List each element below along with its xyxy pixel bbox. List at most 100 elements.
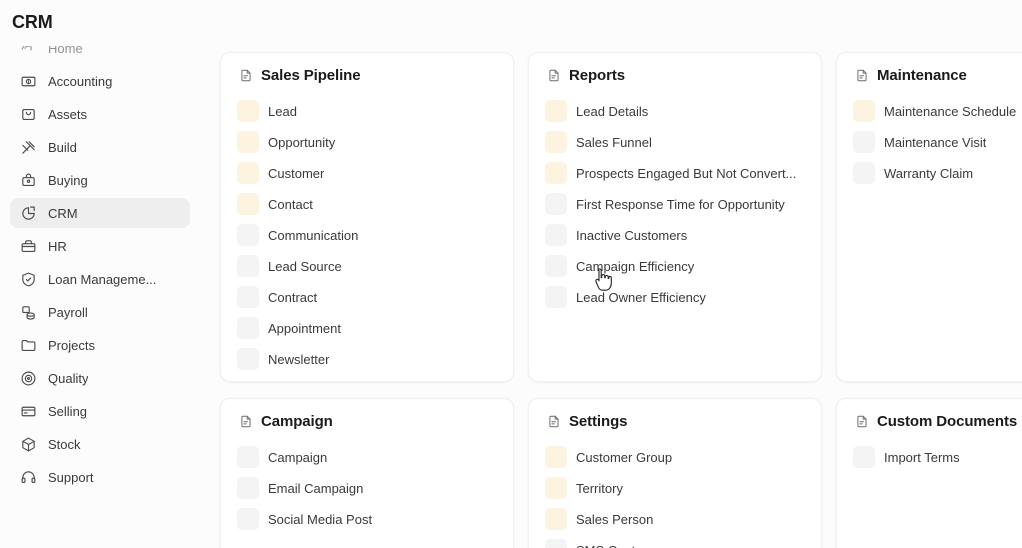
favorite-bullet-icon[interactable] xyxy=(545,508,567,530)
list-item-label: Lead Owner Efficiency xyxy=(576,289,706,305)
bullet-icon[interactable] xyxy=(853,162,875,184)
list-item[interactable]: Appointment xyxy=(235,315,499,341)
sidebar-item-label: Accounting xyxy=(48,73,113,89)
card-title: Campaign xyxy=(261,413,333,430)
list-item[interactable]: Sales Person xyxy=(543,506,807,532)
card-title: Custom Documents xyxy=(877,413,1018,430)
list-item[interactable]: Newsletter xyxy=(235,346,499,372)
card-settings: Settings Customer Group Territory Sales Per… xyxy=(528,398,822,548)
card-header: Campaign xyxy=(235,413,499,430)
sidebar: Home Accounting Assets Build Buying CRM HR Loan… xyxy=(0,46,200,548)
list-item-label: Contract xyxy=(268,289,318,305)
favorite-bullet-icon[interactable] xyxy=(545,477,567,499)
sidebar-item-quality[interactable]: Quality xyxy=(10,363,190,393)
bullet-icon[interactable] xyxy=(853,446,875,468)
sidebar-item-projects[interactable]: Projects xyxy=(10,330,190,360)
bullet-icon[interactable] xyxy=(545,193,567,215)
favorite-bullet-icon[interactable] xyxy=(545,100,567,122)
list-item[interactable]: Sales Funnel xyxy=(543,129,807,155)
card-title: Sales Pipeline xyxy=(261,67,361,84)
card-title: Reports xyxy=(569,67,625,84)
sidebar-item-payroll[interactable]: Payroll xyxy=(10,297,190,327)
document-icon xyxy=(239,68,253,83)
list-item[interactable]: Communication xyxy=(235,222,499,248)
sidebar-item-stock[interactable]: Stock xyxy=(10,429,190,459)
list-item[interactable]: Customer Group xyxy=(543,444,807,470)
list-item[interactable]: Warranty Claim xyxy=(851,160,1022,186)
favorite-bullet-icon[interactable] xyxy=(545,446,567,468)
list-item[interactable]: Lead Details xyxy=(543,98,807,124)
list-item[interactable]: Lead xyxy=(235,98,499,124)
list-item[interactable]: Territory xyxy=(543,475,807,501)
list-item[interactable]: Customer xyxy=(235,160,499,186)
list-item[interactable]: Campaign Efficiency xyxy=(543,253,807,279)
list-item[interactable]: SMS Center xyxy=(543,537,807,548)
bullet-icon[interactable] xyxy=(237,286,259,308)
favorite-bullet-icon[interactable] xyxy=(237,162,259,184)
bullet-icon[interactable] xyxy=(237,508,259,530)
list-item[interactable]: Campaign xyxy=(235,444,499,470)
list-item[interactable]: Maintenance Visit xyxy=(851,129,1022,155)
card-header: Custom Documents xyxy=(851,413,1022,430)
list-item[interactable]: First Response Time for Opportunity xyxy=(543,191,807,217)
list-item-label: Customer xyxy=(268,165,325,181)
loan-icon xyxy=(20,271,37,288)
selling-icon xyxy=(20,403,37,420)
card-title: Settings xyxy=(569,413,628,430)
sidebar-item-crm[interactable]: CRM xyxy=(10,198,190,228)
sidebar-item-label: Stock xyxy=(48,436,81,452)
card-item-list: Lead Details Sales Funnel Prospects Engage… xyxy=(543,98,807,310)
sidebar-item-hr[interactable]: HR xyxy=(10,231,190,261)
bullet-icon[interactable] xyxy=(237,317,259,339)
favorite-bullet-icon[interactable] xyxy=(545,131,567,153)
sidebar-item-loan-manageme[interactable]: Loan Manageme... xyxy=(10,264,190,294)
bullet-icon[interactable] xyxy=(237,224,259,246)
list-item[interactable]: Contact xyxy=(235,191,499,217)
sidebar-item-clipped[interactable] xyxy=(10,495,190,525)
list-item[interactable]: Lead Source xyxy=(235,253,499,279)
list-item[interactable]: Social Media Post xyxy=(235,506,499,532)
bullet-icon[interactable] xyxy=(545,255,567,277)
list-item-label: Lead Source xyxy=(268,258,342,274)
bullet-icon[interactable] xyxy=(545,286,567,308)
sidebar-item-support[interactable]: Support xyxy=(10,462,190,492)
list-item[interactable]: Import Terms xyxy=(851,444,1022,470)
card-sales-pipeline: Sales Pipeline Lead Opportunity Customer Con… xyxy=(220,52,514,382)
sidebar-item-build[interactable]: Build xyxy=(10,132,190,162)
sidebar-item-label: Support xyxy=(48,469,94,485)
list-item[interactable]: Lead Owner Efficiency xyxy=(543,284,807,310)
stock-icon xyxy=(20,436,37,453)
sidebar-item-label: Home xyxy=(48,46,83,56)
sidebar-item-assets[interactable]: Assets xyxy=(10,99,190,129)
favorite-bullet-icon[interactable] xyxy=(545,162,567,184)
list-item[interactable]: Prospects Engaged But Not Convert... xyxy=(543,160,807,186)
list-item[interactable]: Maintenance Schedule xyxy=(851,98,1022,124)
module-card-grid: Sales Pipeline Lead Opportunity Customer Con… xyxy=(220,52,1022,548)
list-item[interactable]: Inactive Customers xyxy=(543,222,807,248)
card-header: Reports xyxy=(543,67,807,84)
bullet-icon[interactable] xyxy=(237,255,259,277)
list-item[interactable]: Contract xyxy=(235,284,499,310)
sidebar-item-selling[interactable]: Selling xyxy=(10,396,190,426)
bullet-icon[interactable] xyxy=(237,348,259,370)
list-item-label: Campaign xyxy=(268,449,328,465)
bullet-icon[interactable] xyxy=(545,539,567,548)
card-title: Maintenance xyxy=(877,67,967,84)
sidebar-item-accounting[interactable]: Accounting xyxy=(10,66,190,96)
list-item-label: SMS Center xyxy=(576,543,647,548)
favorite-bullet-icon[interactable] xyxy=(237,100,259,122)
sidebar-item-buying[interactable]: Buying xyxy=(10,165,190,195)
clipped-icon xyxy=(20,502,37,519)
bullet-icon[interactable] xyxy=(237,477,259,499)
favorite-bullet-icon[interactable] xyxy=(237,193,259,215)
sidebar-item-home[interactable]: Home xyxy=(10,46,190,63)
bullet-icon[interactable] xyxy=(545,224,567,246)
favorite-bullet-icon[interactable] xyxy=(237,131,259,153)
list-item[interactable]: Email Campaign xyxy=(235,475,499,501)
favorite-bullet-icon[interactable] xyxy=(853,100,875,122)
list-item[interactable]: Opportunity xyxy=(235,129,499,155)
bullet-icon[interactable] xyxy=(853,131,875,153)
bullet-icon[interactable] xyxy=(237,446,259,468)
payroll-icon xyxy=(20,304,37,321)
card-item-list: Lead Opportunity Customer Contact Communicat… xyxy=(235,98,499,372)
